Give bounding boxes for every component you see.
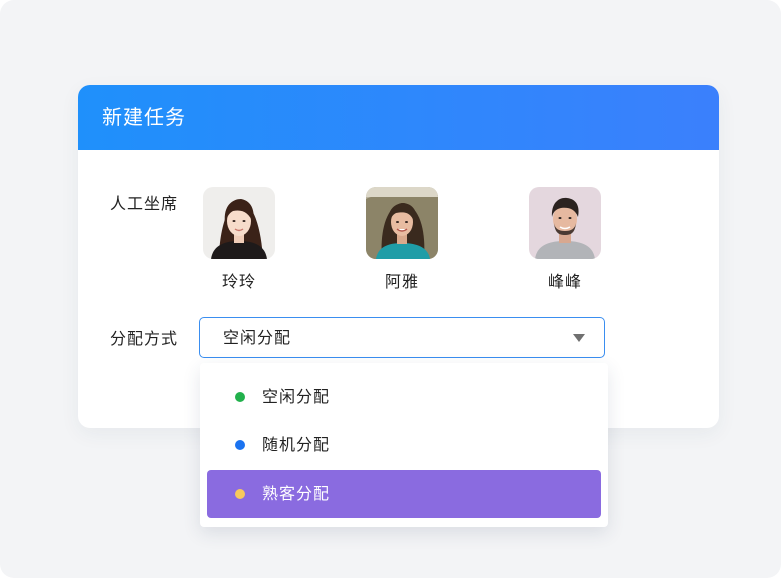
green-dot-icon	[235, 392, 245, 402]
option-label: 空闲分配	[262, 387, 331, 406]
agent-name: 峰峰	[547, 272, 582, 291]
select-value: 空闲分配	[223, 328, 292, 347]
assignment-select[interactable]: 空闲分配	[199, 317, 605, 358]
avatar	[366, 187, 438, 259]
triangle-down-icon[interactable]	[573, 334, 585, 342]
option-idle-assign[interactable]: 空闲分配	[207, 373, 601, 421]
agent-name: 阿雅	[384, 272, 419, 291]
assignment-dropdown-menu: 空闲分配 随机分配 熟客分配	[200, 363, 608, 527]
dialog-header: 新建任务	[78, 85, 719, 150]
assignment-label: 分配方式	[110, 329, 179, 348]
option-label: 随机分配	[262, 435, 331, 454]
option-random-assign[interactable]: 随机分配	[207, 421, 601, 469]
agents-label: 人工坐席	[110, 194, 179, 213]
avatar	[203, 187, 275, 259]
agent-name: 玲玲	[221, 272, 256, 291]
page-background: 新建任务 人工坐席 玲玲 阿雅 峰峰 分配方式 空闲分配 空闲分配 随机分配 熟…	[0, 0, 781, 578]
option-familiar-assign[interactable]: 熟客分配	[207, 470, 601, 518]
agent-item-fengfeng[interactable]: 峰峰	[529, 187, 601, 293]
yellow-dot-icon	[235, 489, 245, 499]
dialog-title: 新建任务	[102, 105, 186, 129]
avatar	[529, 187, 601, 259]
option-label: 熟客分配	[262, 484, 331, 503]
blue-dot-icon	[235, 440, 245, 450]
agent-item-aya[interactable]: 阿雅	[366, 187, 438, 293]
agent-item-lingling[interactable]: 玲玲	[203, 187, 275, 293]
